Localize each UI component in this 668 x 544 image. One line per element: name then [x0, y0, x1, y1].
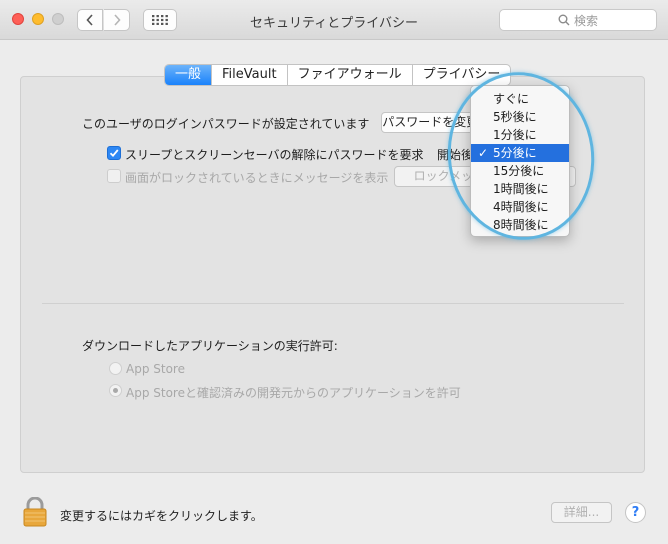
radio-app-store-and-identified-developers[interactable]: [109, 384, 122, 397]
checkmark-icon: [109, 149, 119, 158]
help-button[interactable]: ?: [625, 502, 646, 523]
tab-bar: 一般 FileVault ファイアウォール プライバシー: [164, 64, 512, 86]
tab-filevault[interactable]: FileVault: [211, 65, 287, 85]
require-password-checkbox[interactable]: [107, 146, 121, 160]
radio-app-store-label: App Store: [126, 362, 185, 376]
padlock-icon: [23, 496, 47, 527]
login-password-label: このユーザのログインパスワードが設定されています: [82, 117, 370, 131]
show-message-label: 画面がロックされているときにメッセージを表示: [125, 171, 389, 185]
lock-hint-text: 変更するにはカギをクリックします。: [60, 509, 263, 523]
require-password-label: スリープとスクリーンセーバの解除にパスワードを要求: [125, 148, 424, 162]
radio-app-store[interactable]: [109, 362, 122, 375]
tab-firewall[interactable]: ファイアウォール: [286, 65, 412, 85]
download-permission-heading: ダウンロードしたアプリケーションの実行許可:: [82, 339, 338, 353]
search-field[interactable]: 検索: [499, 9, 657, 31]
radio-app-store-and-identified-developers-label: App Storeと確認済みの開発元からのアプリケーションを許可: [126, 386, 461, 400]
tab-general[interactable]: 一般: [165, 65, 212, 85]
show-message-checkbox[interactable]: [107, 169, 121, 183]
lock-button[interactable]: [23, 496, 47, 531]
advanced-button[interactable]: 詳細...: [551, 502, 612, 523]
section-divider: [42, 303, 624, 304]
search-placeholder: 検索: [573, 13, 598, 28]
title-bar: セキュリティとプライバシー 検索: [0, 0, 668, 40]
search-icon: [558, 14, 570, 26]
